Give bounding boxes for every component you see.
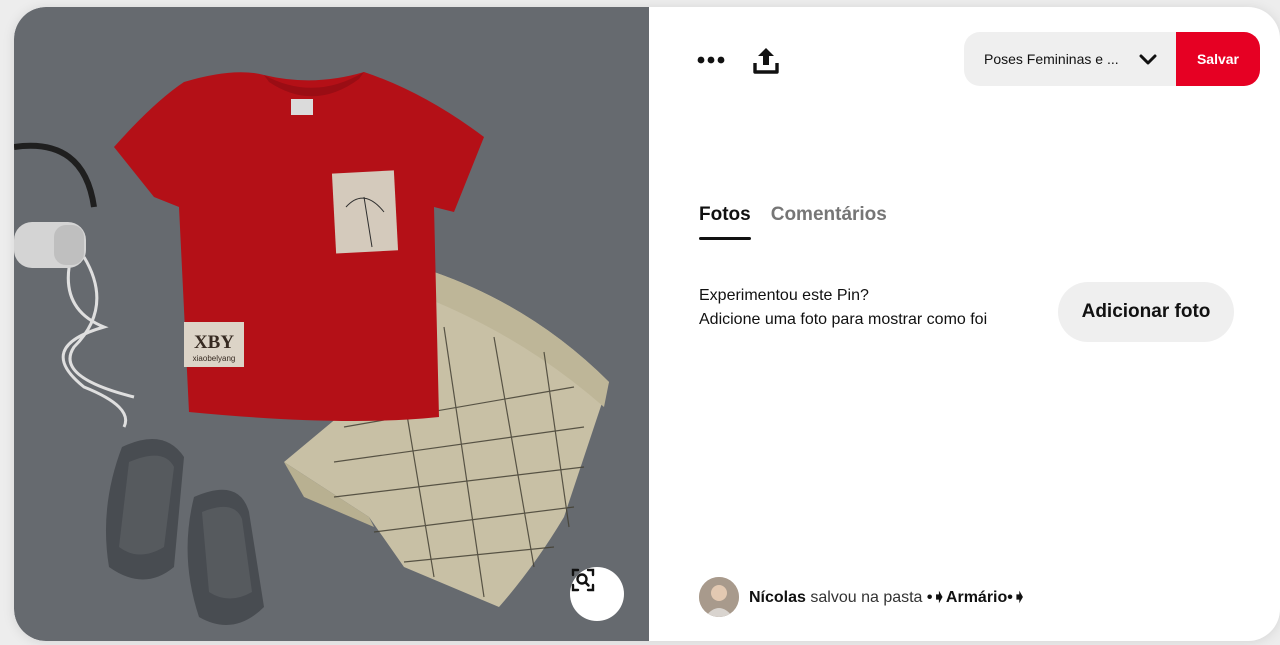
share-button[interactable] xyxy=(746,40,786,80)
board-dropdown[interactable]: Poses Femininas e ... xyxy=(964,32,1176,86)
ellipsis-icon xyxy=(697,56,725,64)
tried-prompt-line2: Adicione uma foto para mostrar como foi xyxy=(699,311,988,328)
more-options-button[interactable] xyxy=(691,40,731,80)
chevron-down-icon xyxy=(1139,54,1157,65)
saver-board[interactable]: •➧Armário•➧ xyxy=(927,589,1026,606)
board-dropdown-label: Poses Femininas e ... xyxy=(984,51,1119,67)
tab-fotos[interactable]: Fotos xyxy=(699,204,751,240)
saver-name[interactable]: Nícolas xyxy=(749,589,806,606)
pin-closeup-card: XBY xiaobelyang Poses F xyxy=(14,7,1280,641)
tabs: Fotos Comentários xyxy=(699,204,887,240)
saver-attribution: Nícolas salvou na pasta •➧Armário•➧ xyxy=(699,577,1026,617)
avatar-image xyxy=(699,577,739,617)
visual-search-button[interactable] xyxy=(570,567,624,621)
pin-photo: XBY xiaobelyang xyxy=(14,7,649,641)
share-upload-icon xyxy=(753,48,779,74)
tab-comentarios[interactable]: Comentários xyxy=(771,204,887,240)
tried-prompt: Experimentou este Pin? Adicione uma foto… xyxy=(699,284,987,332)
tried-prompt-line1: Experimentou este Pin? xyxy=(699,287,869,304)
saver-action: salvou na pasta xyxy=(810,589,923,606)
visual-search-icon xyxy=(571,568,595,592)
pin-image[interactable]: XBY xiaobelyang xyxy=(14,7,649,641)
avatar[interactable] xyxy=(699,577,739,617)
pin-details: Poses Femininas e ... Salvar Fotos Comen… xyxy=(649,7,1280,641)
add-photo-button[interactable]: Adicionar foto xyxy=(1058,282,1234,342)
save-button[interactable]: Salvar xyxy=(1176,32,1260,86)
